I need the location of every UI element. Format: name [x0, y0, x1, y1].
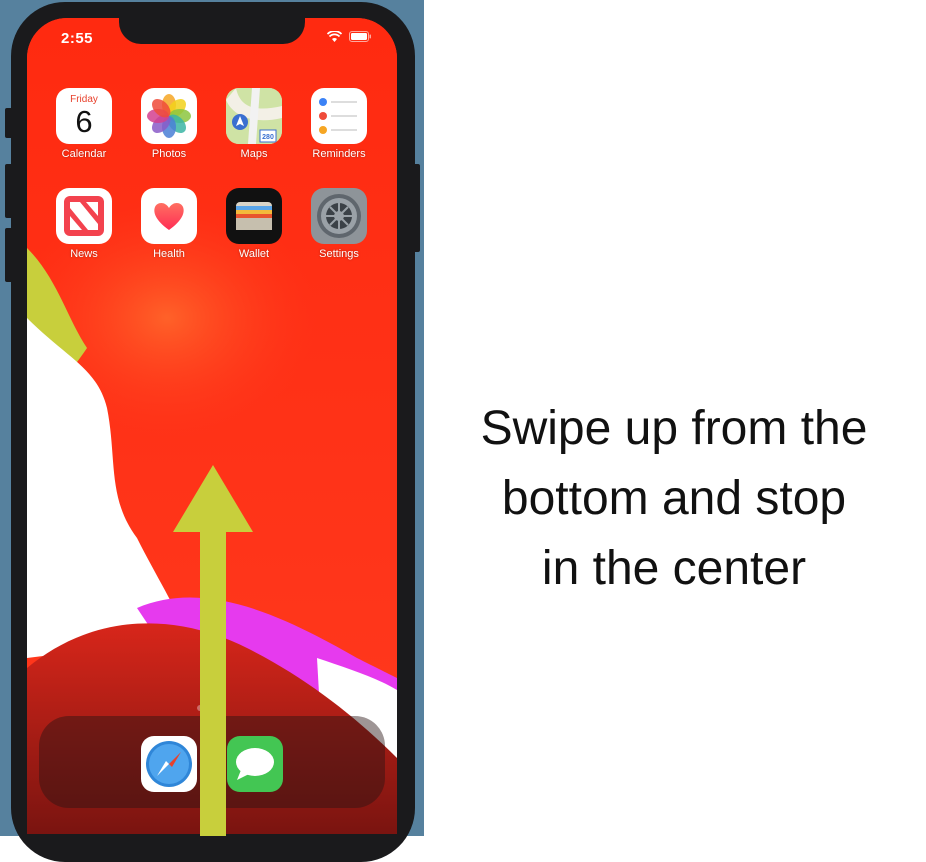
instruction-line: Swipe up from the [480, 402, 868, 455]
instruction-text: Swipe up from the bottom and stop in the… [424, 394, 924, 604]
instruction-line: in the center [541, 542, 807, 595]
instruction-line: bottom and stop [501, 472, 847, 525]
